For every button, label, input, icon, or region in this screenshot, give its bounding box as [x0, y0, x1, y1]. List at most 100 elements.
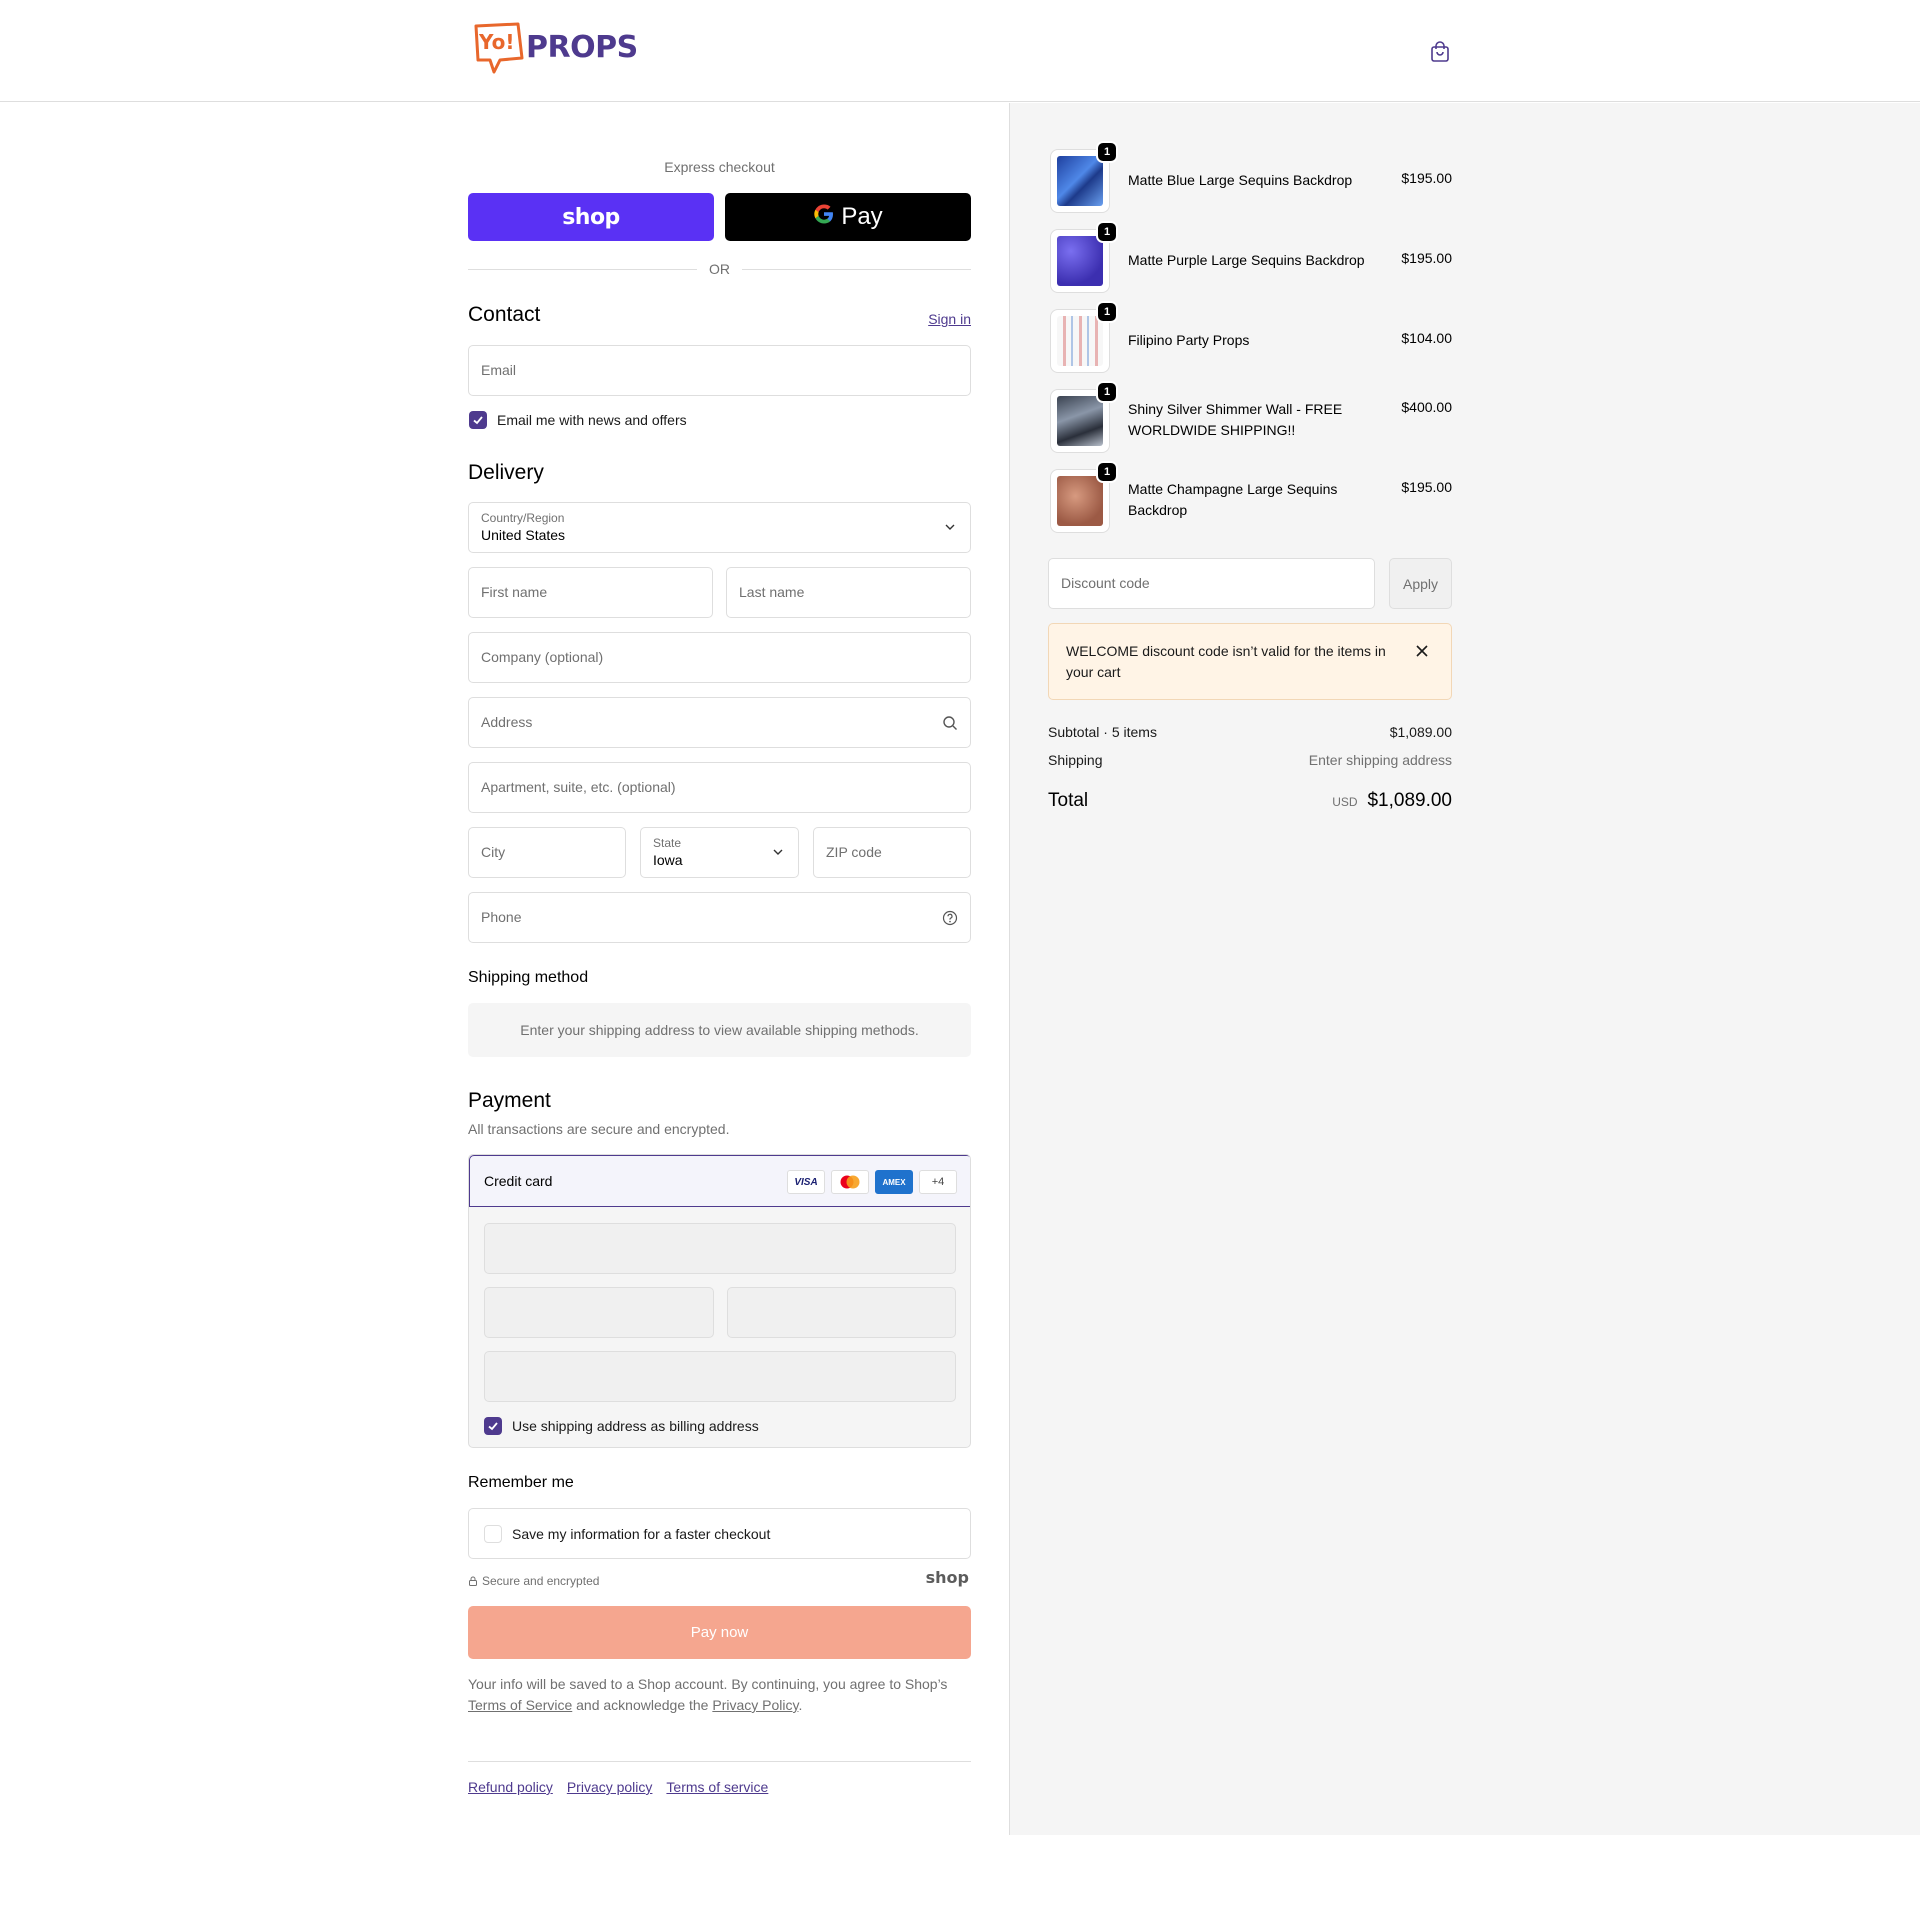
- refund-policy-link[interactable]: Refund policy: [468, 1779, 553, 1795]
- express-checkout-title: Express checkout: [664, 159, 775, 175]
- checkmark-icon: [488, 1422, 498, 1431]
- card-name-field[interactable]: [484, 1351, 956, 1402]
- company-field[interactable]: Company (optional): [468, 632, 971, 683]
- shipping-method-placeholder: Enter your shipping address to view avai…: [468, 1003, 971, 1057]
- google-pay-button[interactable]: Pay: [725, 193, 971, 241]
- mastercard-icon: [831, 1170, 869, 1194]
- footer-links: Refund policy Privacy policy Terms of se…: [468, 1779, 768, 1795]
- quantity-badge: 1: [1096, 221, 1118, 243]
- discount-error-banner: WELCOME discount code isn’t valid for th…: [1048, 623, 1452, 700]
- credit-card-label: Credit card: [484, 1173, 553, 1189]
- city-placeholder: City: [481, 844, 506, 860]
- pay-now-label: Pay now: [690, 1624, 749, 1641]
- zip-field[interactable]: ZIP code: [813, 827, 971, 878]
- terms-text-1: Your info will be saved to a Shop accoun…: [468, 1676, 948, 1692]
- newsletter-label: Email me with news and offers: [497, 412, 687, 428]
- apply-discount-button[interactable]: Apply: [1389, 558, 1452, 609]
- state-label: State: [653, 836, 682, 850]
- payment-heading: Payment: [468, 1089, 551, 1112]
- address-field[interactable]: Address: [468, 697, 971, 748]
- card-number-field[interactable]: [484, 1223, 956, 1274]
- cart-item: 1 Filipino Party Props $104.00: [1048, 301, 1452, 373]
- or-divider: OR: [468, 259, 971, 279]
- shop-brand-logo: shop: [925, 1568, 969, 1587]
- country-select[interactable]: Country/Region United States: [468, 502, 971, 553]
- discount-code-input[interactable]: Discount code: [1048, 558, 1375, 609]
- sign-in-link[interactable]: Sign in: [928, 311, 971, 327]
- remember-me-heading: Remember me: [468, 1474, 574, 1491]
- last-name-placeholder: Last name: [739, 584, 805, 600]
- item-price: $195.00: [1401, 250, 1452, 266]
- privacy-policy-link[interactable]: Privacy policy: [567, 1779, 653, 1795]
- item-name: Matte Purple Large Sequins Backdrop: [1128, 252, 1365, 268]
- close-icon[interactable]: [1415, 644, 1429, 658]
- phone-placeholder: Phone: [481, 909, 522, 925]
- currency-code: USD: [1332, 795, 1358, 809]
- subtotal-value: $1,089.00: [1389, 724, 1452, 740]
- zip-placeholder: ZIP code: [826, 844, 882, 860]
- save-info-label: Save my information for a faster checkou…: [512, 1526, 771, 1542]
- item-name: Shiny Silver Shimmer Wall - FREE WORLDWI…: [1128, 401, 1343, 438]
- email-field[interactable]: Email: [468, 345, 971, 396]
- logo-yo-bubble: Yo!: [472, 22, 524, 74]
- shipping-value: Enter shipping address: [1308, 752, 1452, 768]
- newsletter-checkbox[interactable]: [469, 411, 487, 429]
- terms-text-3: .: [798, 1697, 803, 1713]
- item-price: $400.00: [1401, 399, 1452, 415]
- terms-text-2: and acknowledge the: [576, 1697, 709, 1713]
- discount-placeholder: Discount code: [1061, 575, 1150, 591]
- total-value: $1,089.00: [1367, 790, 1452, 811]
- subtotal-row: Subtotal · 5 items $1,089.00: [1048, 724, 1452, 740]
- store-logo[interactable]: Yo! PROPS: [472, 22, 638, 74]
- shipping-row: Shipping Enter shipping address: [1048, 752, 1452, 768]
- card-expiry-field[interactable]: [484, 1287, 714, 1338]
- lock-icon: [469, 1576, 477, 1586]
- logo-props-text: PROPS: [526, 29, 638, 65]
- chevron-down-icon: [773, 849, 783, 855]
- total-row: Total USD $1,089.00: [1048, 790, 1452, 812]
- quantity-badge: 1: [1096, 301, 1118, 323]
- pay-now-button[interactable]: Pay now: [468, 1606, 971, 1659]
- email-placeholder: Email: [481, 362, 517, 378]
- remember-me-option[interactable]: Save my information for a faster checkou…: [468, 1508, 971, 1559]
- terms-of-service-link[interactable]: Terms of service: [666, 1779, 768, 1795]
- shop-terms-link[interactable]: Terms of Service: [468, 1697, 572, 1713]
- apartment-field[interactable]: Apartment, suite, etc. (optional): [468, 762, 971, 813]
- state-select[interactable]: State Iowa: [640, 827, 799, 878]
- company-placeholder: Company (optional): [481, 649, 604, 665]
- quantity-badge: 1: [1096, 141, 1118, 163]
- first-name-field[interactable]: First name: [468, 567, 713, 618]
- payment-subtitle: All transactions are secure and encrypte…: [468, 1121, 730, 1137]
- discount-error-message: WELCOME discount code isn’t valid for th…: [1066, 643, 1386, 680]
- shipping-label: Shipping: [1048, 752, 1103, 768]
- chevron-down-icon: [945, 524, 955, 530]
- item-name: Matte Champagne Large Sequins Backdrop: [1128, 481, 1338, 518]
- cart-bag-icon[interactable]: [1428, 40, 1452, 64]
- delivery-heading: Delivery: [468, 461, 544, 484]
- card-cvv-field[interactable]: [727, 1287, 956, 1338]
- credit-card-option[interactable]: Credit card VISA AMEX +4: [469, 1155, 970, 1207]
- country-value: United States: [481, 527, 566, 543]
- card-brand-logos: VISA AMEX +4: [787, 1170, 957, 1194]
- contact-heading: Contact: [468, 303, 541, 326]
- last-name-field[interactable]: Last name: [726, 567, 971, 618]
- shop-privacy-link[interactable]: Privacy Policy: [712, 1697, 798, 1713]
- or-text: OR: [709, 261, 730, 277]
- billing-address-label: Use shipping address as billing address: [512, 1418, 759, 1434]
- shop-pay-button[interactable]: shop: [468, 193, 714, 241]
- item-price: $195.00: [1401, 479, 1452, 495]
- logo-yo-text: Yo!: [479, 30, 515, 54]
- city-field[interactable]: City: [468, 827, 626, 878]
- site-header: Yo! PROPS: [0, 0, 1920, 102]
- address-placeholder: Address: [481, 714, 533, 730]
- payment-methods: Credit card VISA AMEX +4 Use shipping ad…: [468, 1154, 971, 1448]
- checkmark-icon: [473, 416, 483, 425]
- search-icon: [943, 716, 957, 730]
- help-circle-icon[interactable]: [942, 910, 958, 926]
- billing-address-checkbox[interactable]: [484, 1417, 502, 1435]
- item-name: Matte Blue Large Sequins Backdrop: [1128, 172, 1353, 188]
- save-info-checkbox[interactable]: [484, 1525, 502, 1543]
- visa-icon: VISA: [787, 1170, 825, 1194]
- terms-notice: Your info will be saved to a Shop accoun…: [468, 1674, 971, 1716]
- phone-field[interactable]: Phone: [468, 892, 971, 943]
